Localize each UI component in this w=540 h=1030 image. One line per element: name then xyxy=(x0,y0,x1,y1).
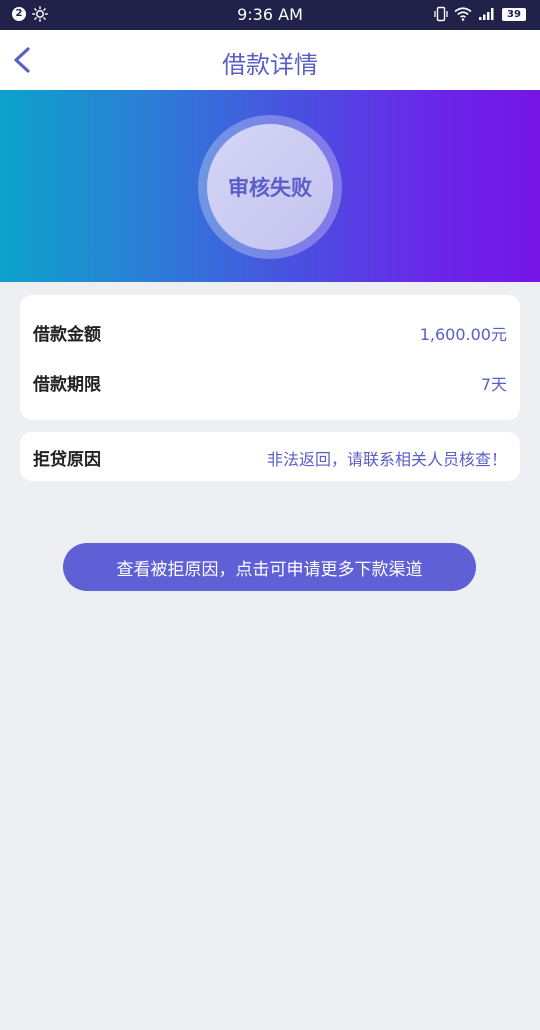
loan-amount-value: 1,600.00元 xyxy=(419,324,507,344)
status-banner: 审核失败 xyxy=(0,90,540,282)
rejection-reason-row: 拒贷原因 非法返回，请联系相关人员核查！ xyxy=(33,445,507,471)
status-bar: 2 9:36 AM 39 xyxy=(0,0,540,30)
battery-icon: 39 xyxy=(502,7,526,21)
loan-term-value: 7天 xyxy=(480,374,507,394)
loan-term-row: 借款期限 7天 xyxy=(33,370,507,396)
review-status-text: 审核失败 xyxy=(228,176,312,200)
page-title: 借款详情 xyxy=(222,51,318,79)
rejection-reason-card: 拒贷原因 非法返回，请联系相关人员核查！ xyxy=(20,432,520,481)
view-rejection-reason-button[interactable]: 查看被拒原因，点击可申请更多下款渠道 xyxy=(63,543,476,591)
wifi-icon xyxy=(454,7,472,21)
signal-icon xyxy=(479,8,494,20)
rejection-reason-value: 非法返回，请联系相关人员核查！ xyxy=(266,449,507,469)
vibrate-icon xyxy=(434,6,448,22)
navigation-bar: 借款详情 xyxy=(0,30,540,90)
status-circle: 审核失败 xyxy=(207,124,333,250)
rejection-reason-label: 拒贷原因 xyxy=(33,450,101,470)
loan-amount-label: 借款金额 xyxy=(33,325,101,345)
status-right: 39 xyxy=(434,6,526,22)
loan-term-label: 借款期限 xyxy=(33,375,101,395)
loan-amount-row: 借款金额 1,600.00元 xyxy=(33,320,507,346)
status-ring: 审核失败 xyxy=(198,115,342,259)
loan-info-card: 借款金额 1,600.00元 借款期限 7天 xyxy=(20,295,520,420)
